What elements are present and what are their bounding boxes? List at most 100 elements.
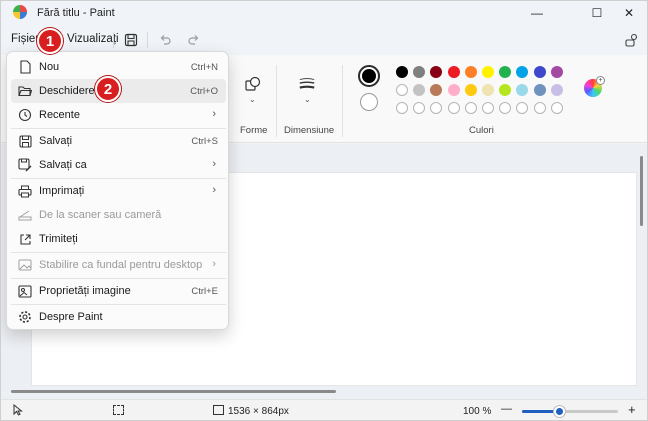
menu-item-label: Stabilire ca fundal pentru desktop: [39, 259, 203, 271]
chevron-right-icon: ›: [212, 158, 216, 170]
color-swatch[interactable]: [447, 66, 460, 78]
edit-colors-icon[interactable]: +: [584, 76, 605, 97]
color-swatch[interactable]: [533, 66, 546, 78]
vertical-scrollbar[interactable]: [640, 156, 643, 226]
color-swatch[interactable]: [550, 66, 563, 78]
color-swatch[interactable]: [516, 66, 529, 78]
color-swatch[interactable]: [396, 84, 408, 96]
color-swatch[interactable]: [396, 66, 408, 78]
custom-color-slot[interactable]: [516, 102, 529, 114]
menu-item-label: Trimiteți: [39, 233, 78, 245]
color-swatch[interactable]: [413, 66, 426, 78]
title-bar: Fără titlu - Paint — ☐ ✕: [1, 1, 647, 25]
menu-item-save-as[interactable]: Salvați ca ›: [11, 153, 226, 177]
size-label: Dimensiune: [284, 125, 335, 136]
menu-item-label: Salvați: [39, 135, 73, 147]
custom-color-slot[interactable]: [413, 102, 426, 114]
paint-app-icon: [13, 5, 27, 19]
color-swatch[interactable]: [447, 84, 460, 96]
menubar-divider: [147, 32, 148, 48]
colors-label: Culori: [469, 125, 494, 136]
save-icon: [18, 134, 32, 148]
menu-item-shortcut: Ctrl+O: [190, 86, 218, 97]
color-swatch[interactable]: [482, 84, 494, 96]
minimize-button[interactable]: —: [515, 1, 559, 25]
shapes-label: Forme: [240, 125, 268, 136]
ribbon-divider: [342, 65, 343, 137]
primary-color-selector[interactable]: [358, 65, 380, 87]
custom-color-slot[interactable]: [482, 102, 494, 114]
color-swatch[interactable]: [533, 84, 546, 96]
custom-color-slot[interactable]: [447, 102, 460, 114]
scanner-icon: [18, 208, 32, 222]
menu-item-print[interactable]: Imprimați ›: [11, 179, 226, 203]
chevron-down-icon[interactable]: ⌄: [304, 95, 311, 104]
ribbon-divider: [276, 65, 277, 137]
new-file-icon: [18, 60, 32, 74]
horizontal-scrollbar[interactable]: [11, 390, 336, 393]
custom-color-slot[interactable]: [396, 102, 408, 114]
gear-icon: [18, 310, 32, 324]
menu-item-label: Imprimați: [39, 185, 85, 197]
color-swatch[interactable]: [413, 84, 426, 96]
color-swatch[interactable]: [499, 84, 512, 96]
menu-item-scanner: De la scaner sau cameră: [11, 203, 226, 227]
custom-color-slot[interactable]: [533, 102, 546, 114]
menu-view[interactable]: Vizualizați: [67, 33, 119, 45]
menu-item-about[interactable]: Despre Paint: [11, 305, 226, 329]
menu-item-label: Deschidere: [39, 85, 95, 97]
color-swatch[interactable]: [430, 84, 443, 96]
chevron-right-icon: ›: [212, 258, 216, 270]
zoom-out-button[interactable]: —: [501, 403, 512, 415]
color-swatch[interactable]: [516, 84, 529, 96]
menu-file[interactable]: Fișier: [11, 33, 39, 45]
step-badge-1: 1: [37, 28, 63, 54]
redo-icon[interactable]: [185, 31, 203, 49]
menu-item-label: Proprietăți imagine: [39, 285, 131, 297]
save-icon[interactable]: [122, 31, 140, 49]
image-properties-icon: [18, 284, 32, 298]
menu-item-shortcut: Ctrl+E: [191, 286, 218, 297]
account-icon[interactable]: [623, 31, 641, 49]
custom-color-slot[interactable]: [550, 102, 563, 114]
undo-icon[interactable]: [156, 31, 174, 49]
menu-item-shortcut: Ctrl+N: [190, 62, 218, 73]
color-swatch[interactable]: [550, 84, 563, 96]
canvas-size-icon: [213, 405, 224, 415]
close-button[interactable]: ✕: [607, 1, 647, 25]
zoom-in-button[interactable]: +: [628, 402, 636, 417]
color-swatch[interactable]: [482, 66, 494, 78]
window-title: Fără titlu - Paint: [37, 7, 115, 19]
menu-item-set-wallpaper: Stabilire ca fundal pentru desktop ›: [11, 253, 226, 277]
menu-item-recent[interactable]: Recente ›: [11, 103, 226, 127]
menu-item-new[interactable]: Nou Ctrl+N: [11, 55, 226, 79]
color-swatch[interactable]: [499, 66, 512, 78]
menu-item-shortcut: Ctrl+S: [191, 136, 218, 147]
color-swatch[interactable]: [464, 84, 477, 96]
custom-color-slot[interactable]: [499, 102, 512, 114]
menu-item-save[interactable]: Salvați Ctrl+S: [11, 129, 226, 153]
zoom-level: 100 %: [463, 406, 492, 417]
share-icon: [18, 232, 32, 246]
custom-color-slot[interactable]: [464, 102, 477, 114]
zoom-slider[interactable]: [522, 406, 618, 417]
clock-icon: [18, 108, 32, 122]
wallpaper-icon: [18, 258, 32, 272]
custom-color-slot[interactable]: [430, 102, 443, 114]
step-badge-2: 2: [95, 76, 121, 102]
shapes-icon[interactable]: [244, 75, 262, 93]
folder-open-icon: [18, 84, 32, 98]
stroke-size-icon[interactable]: [298, 75, 316, 93]
menu-item-image-properties[interactable]: Proprietăți imagine Ctrl+E: [11, 279, 226, 303]
paint-window: Fără titlu - Paint — ☐ ✕ Fișier Vizualiz…: [0, 0, 648, 421]
color-swatch[interactable]: [430, 66, 443, 78]
menu-item-share[interactable]: Trimiteți: [11, 227, 226, 251]
zoom-slider-thumb[interactable]: [554, 406, 565, 417]
menu-item-label: De la scaner sau cameră: [39, 209, 162, 221]
printer-icon: [18, 184, 32, 198]
chevron-down-icon[interactable]: ⌄: [249, 95, 256, 104]
color-swatch[interactable]: [464, 66, 477, 78]
save-as-icon: [18, 158, 32, 172]
menu-item-label: Nou: [39, 61, 60, 73]
secondary-color-swatch[interactable]: [360, 93, 378, 111]
